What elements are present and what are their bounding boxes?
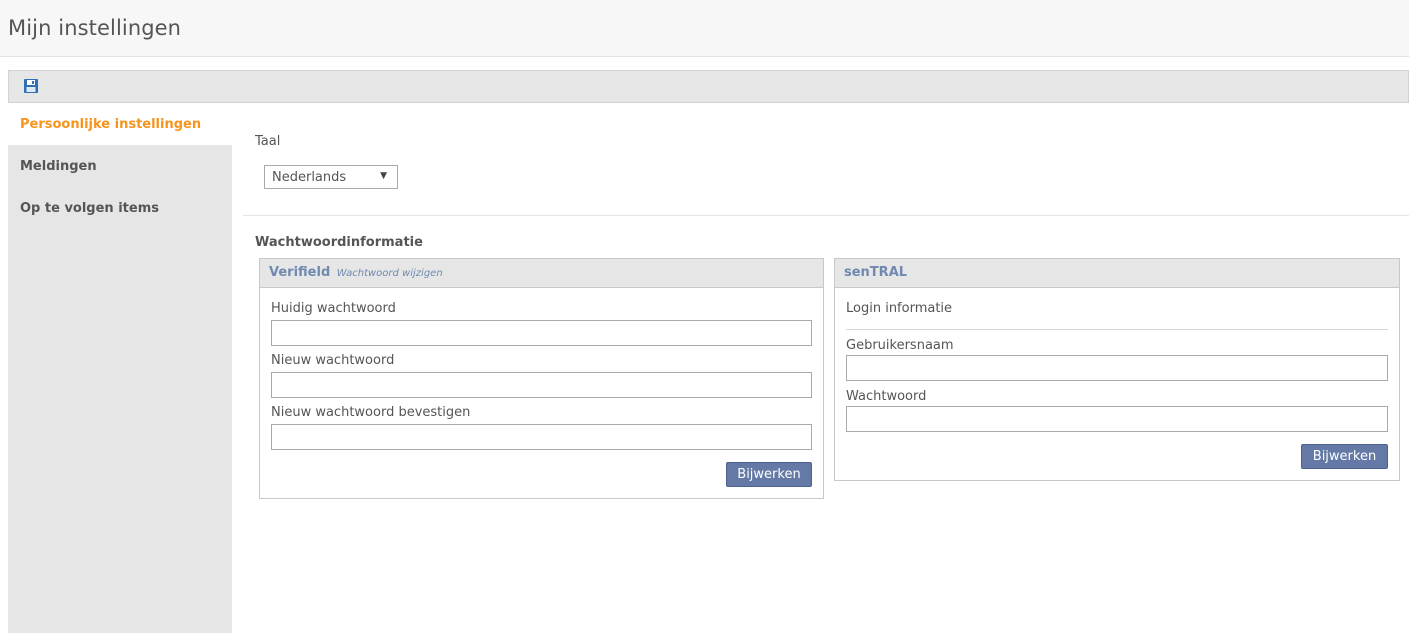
username-input[interactable] bbox=[846, 355, 1388, 381]
confirm-password-label: Nieuw wachtwoord bevestigen bbox=[271, 405, 471, 420]
verifield-panel: Verifield Wachtwoord wijzigen Huidig wac… bbox=[259, 258, 824, 499]
sidebar-item-op-te-volgen-items[interactable]: Op te volgen items bbox=[8, 187, 232, 229]
sentral-password-input[interactable] bbox=[846, 406, 1388, 432]
username-label: Gebruikersnaam bbox=[846, 338, 954, 353]
sidebar-item-persoonlijke-instellingen[interactable]: Persoonlijke instellingen bbox=[8, 103, 232, 145]
chevron-down-icon: ▼ bbox=[380, 171, 387, 181]
save-button[interactable] bbox=[23, 78, 39, 94]
login-info-divider bbox=[846, 329, 1388, 330]
current-password-label: Huidig wachtwoord bbox=[271, 301, 396, 316]
confirm-password-input[interactable] bbox=[271, 424, 812, 450]
verifield-panel-header: Verifield Wachtwoord wijzigen bbox=[260, 259, 823, 288]
verifield-panel-subtitle: Wachtwoord wijzigen bbox=[336, 268, 443, 279]
toolbar bbox=[8, 70, 1409, 103]
language-select-value: Nederlands bbox=[272, 170, 347, 185]
sentral-update-button[interactable]: Bijwerken bbox=[1301, 444, 1388, 469]
section-divider bbox=[243, 215, 1409, 216]
sentral-panel: senTRAL Login informatie Gebruikersnaam … bbox=[834, 258, 1400, 481]
login-info-label: Login informatie bbox=[846, 301, 953, 316]
new-password-label: Nieuw wachtwoord bbox=[271, 353, 395, 368]
current-password-input[interactable] bbox=[271, 320, 812, 346]
sentral-panel-title: senTRAL bbox=[844, 265, 908, 280]
password-section-heading: Wachtwoordinformatie bbox=[255, 235, 423, 250]
sentral-panel-header: senTRAL bbox=[835, 259, 1399, 288]
sidebar: Persoonlijke instellingen Meldingen Op t… bbox=[8, 103, 232, 633]
floppy-disk-icon bbox=[24, 79, 38, 93]
new-password-input[interactable] bbox=[271, 372, 812, 398]
page-header: Mijn instellingen bbox=[0, 0, 1409, 57]
verifield-panel-title: Verifield bbox=[269, 265, 331, 280]
language-label: Taal bbox=[255, 134, 281, 149]
sidebar-item-meldingen[interactable]: Meldingen bbox=[8, 145, 232, 187]
settings-content: Taal Nederlands ▼ Wachtwoordinformatie V… bbox=[232, 103, 1409, 633]
sentral-password-label: Wachtwoord bbox=[846, 389, 927, 404]
language-select[interactable]: Nederlands ▼ bbox=[264, 165, 398, 189]
page-title: Mijn instellingen bbox=[8, 16, 182, 40]
verifield-update-button[interactable]: Bijwerken bbox=[726, 462, 812, 487]
